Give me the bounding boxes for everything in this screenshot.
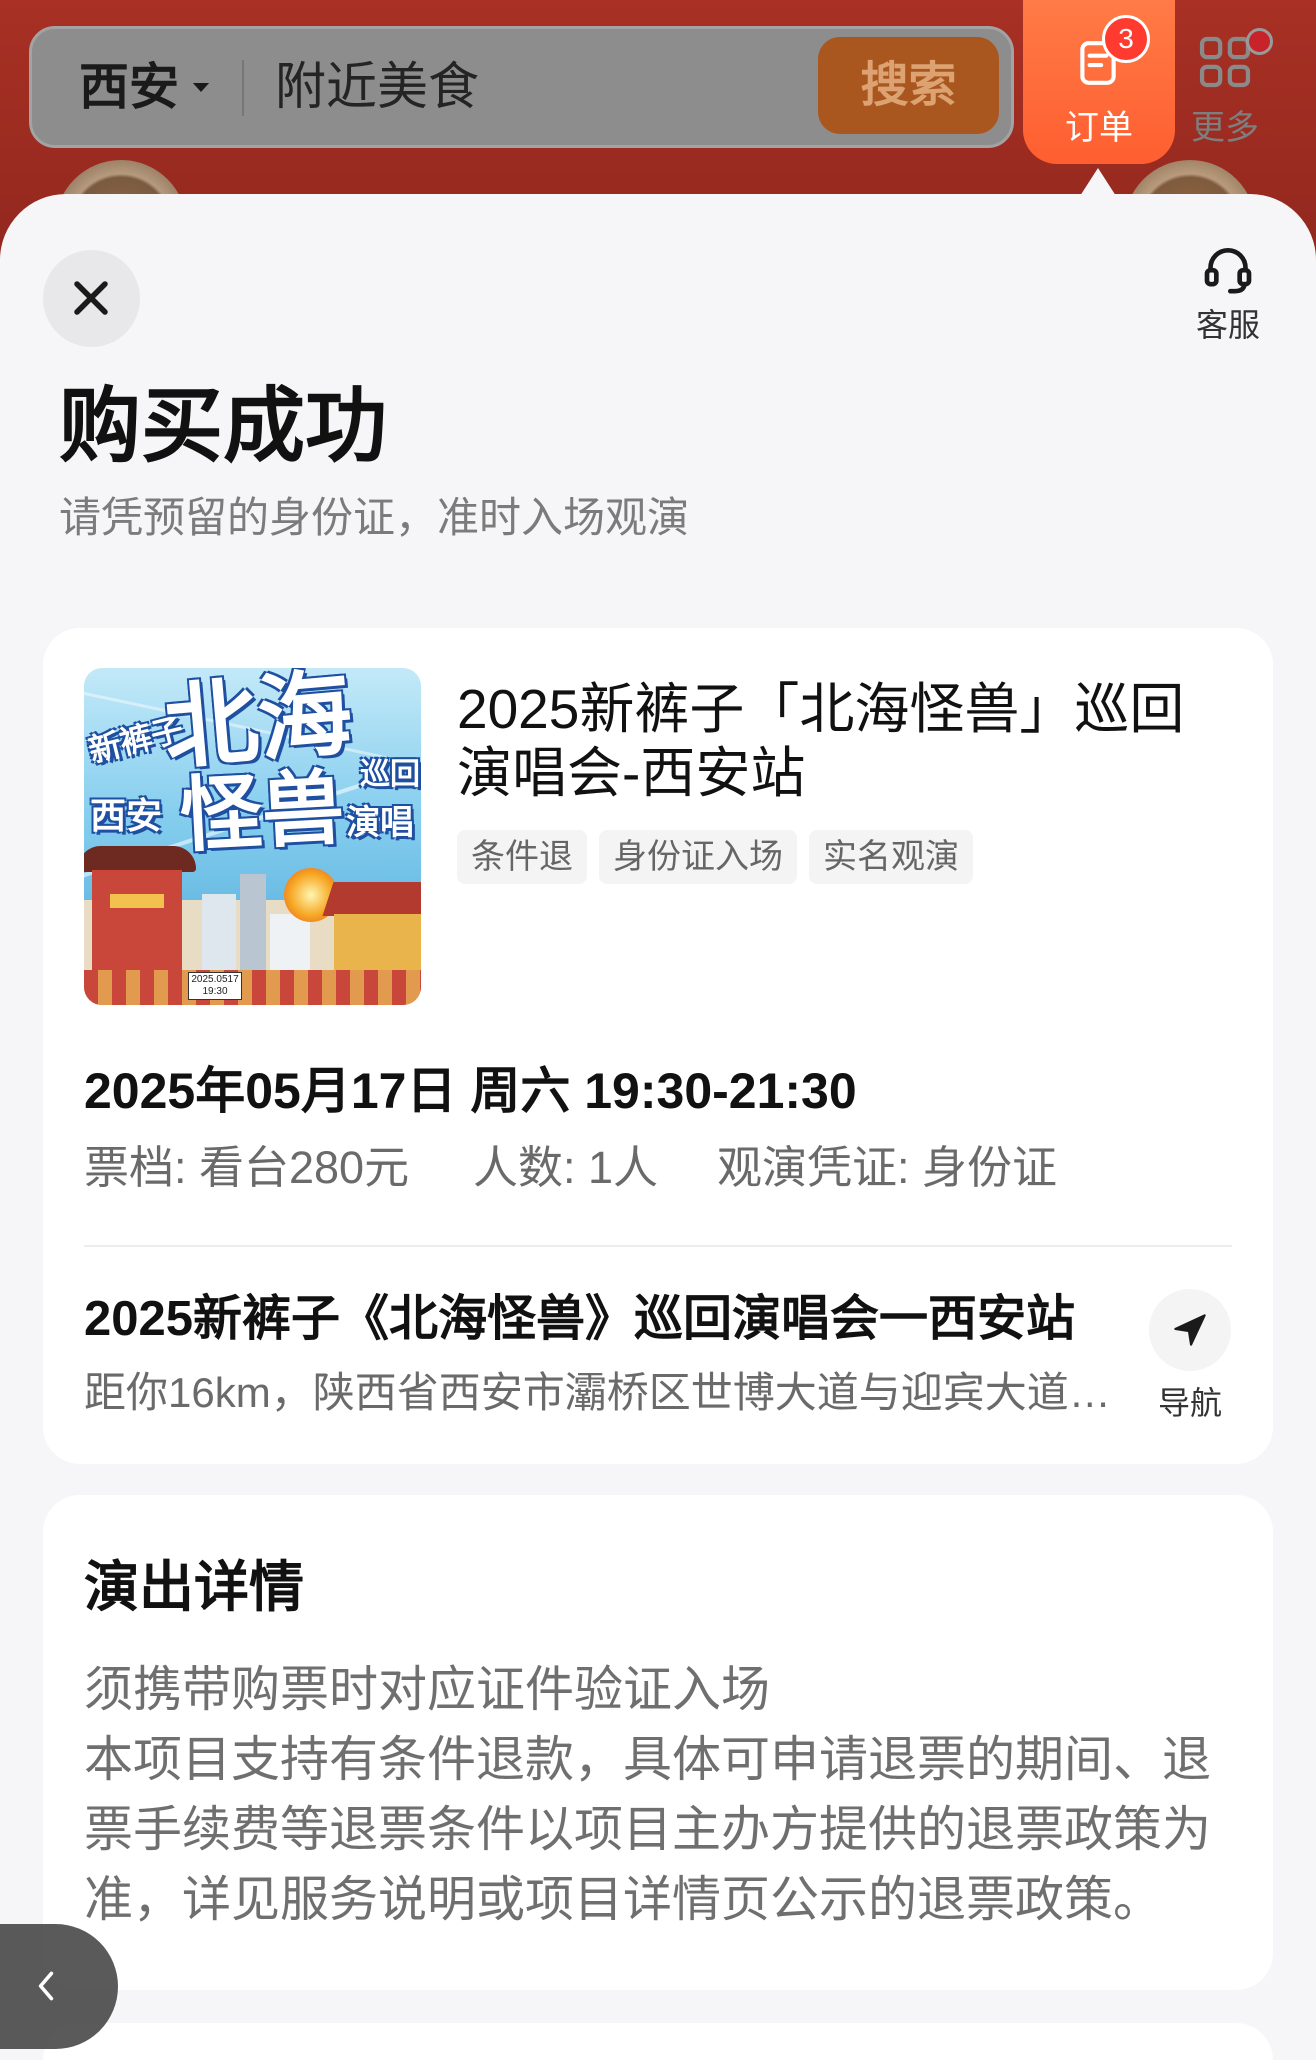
search-button[interactable]: 搜索 bbox=[818, 37, 999, 134]
poster-tiles bbox=[84, 970, 421, 1005]
customer-service-button[interactable]: 客服 bbox=[1178, 238, 1278, 348]
poster-time: 19:30 bbox=[202, 986, 228, 997]
venue-address: 距你16km，陕西省西安市灞桥区世博大道与迎宾大道… bbox=[84, 1371, 1111, 1415]
orders-count-badge: 3 bbox=[1102, 15, 1150, 63]
more-label: 更多 bbox=[1191, 109, 1259, 147]
chevron-left-icon bbox=[38, 1971, 54, 2001]
order-card[interactable]: 新裤子 北海 怪兽 西安 巡回 演唱 2025.0517 19:30 2025新… bbox=[43, 628, 1273, 1464]
show-details-card: 演出详情 须携带购票时对应证件验证入场 本项目支持有条件退款，具体可申请退票的期… bbox=[43, 1495, 1273, 1990]
event-datetime: 2025年05月17日 周六 19:30-21:30 bbox=[84, 1063, 857, 1119]
city-selector[interactable]: 西安 bbox=[79, 29, 179, 145]
poster-pagoda-roof bbox=[84, 846, 196, 872]
tag-id-entry: 身份证入场 bbox=[599, 830, 797, 884]
more-button[interactable]: 更多 bbox=[1180, 0, 1273, 164]
close-button[interactable] bbox=[43, 250, 140, 347]
details-paragraph: 本项目支持有条件退款，具体可申请退票的期间、退票手续费等退票条件以项目主办方提供… bbox=[84, 1733, 1212, 1927]
event-poster-image[interactable]: 新裤子 北海 怪兽 西安 巡回 演唱 2025.0517 19:30 bbox=[84, 668, 421, 1005]
poster-pagoda-window bbox=[110, 894, 164, 908]
search-input[interactable]: 附近美食 bbox=[275, 29, 479, 145]
search-divider bbox=[242, 60, 244, 116]
poster-concert: 演唱 bbox=[346, 804, 414, 842]
close-icon bbox=[74, 281, 108, 315]
card-divider bbox=[84, 1245, 1232, 1247]
chevron-down-icon bbox=[192, 83, 210, 92]
poster-title-bottom: 怪兽 bbox=[177, 762, 347, 863]
ticket-credential: 观演凭证: 身份证 bbox=[717, 1142, 1058, 1193]
page-subtitle: 请凭预留的身份证，准时入场观演 bbox=[59, 494, 690, 541]
venue-name: 2025新裤子《北海怪兽》巡回演唱会一西安站 bbox=[84, 1292, 1076, 1346]
poster-date: 2025.0517 bbox=[191, 974, 239, 985]
poster-tour: 巡回 bbox=[360, 758, 420, 791]
poster-roof bbox=[322, 882, 421, 916]
details-body: 须携带购票时对应证件验证入场 本项目支持有条件退款，具体可申请退票的期间、退票手… bbox=[84, 1655, 1232, 1935]
app-root: 西安 附近美食 搜索 3 订单 更多 客服 购买成功 请凭预留的身份证，准时入场… bbox=[0, 0, 1316, 2060]
headset-icon bbox=[1204, 248, 1252, 294]
orders-button[interactable]: 3 订单 bbox=[1023, 0, 1175, 164]
customer-service-label: 客服 bbox=[1195, 307, 1260, 343]
details-paragraph: 须携带购票时对应证件验证入场 bbox=[84, 1663, 771, 1717]
details-heading: 演出详情 bbox=[84, 1556, 305, 1618]
event-tags: 条件退 身份证入场 实名观演 bbox=[457, 830, 973, 884]
navigate-button[interactable] bbox=[1149, 1289, 1231, 1371]
page-title: 购买成功 bbox=[59, 381, 388, 472]
poster-title-top: 北海 bbox=[159, 668, 357, 781]
sheet-pointer bbox=[1080, 168, 1116, 196]
next-card bbox=[43, 2023, 1273, 2060]
search-bar[interactable]: 西安 附近美食 搜索 bbox=[29, 26, 1014, 148]
poster-date-tag: 2025.0517 19:30 bbox=[188, 972, 242, 1000]
poster-city: 西安 bbox=[90, 795, 163, 836]
navigate-label[interactable]: 导航 bbox=[1140, 1387, 1240, 1419]
notification-dot bbox=[1246, 28, 1273, 55]
ticket-headcount: 人数: 1人 bbox=[473, 1142, 659, 1193]
navigation-arrow-icon bbox=[1174, 1314, 1206, 1346]
event-title: 2025新裤子「北海怪兽」巡回演唱会-西安站 bbox=[457, 678, 1185, 804]
tag-conditional-refund: 条件退 bbox=[457, 830, 587, 884]
tag-real-name: 实名观演 bbox=[809, 830, 973, 884]
orders-label: 订单 bbox=[1065, 109, 1133, 147]
ticket-tier: 票档: 看台280元 bbox=[84, 1142, 410, 1193]
